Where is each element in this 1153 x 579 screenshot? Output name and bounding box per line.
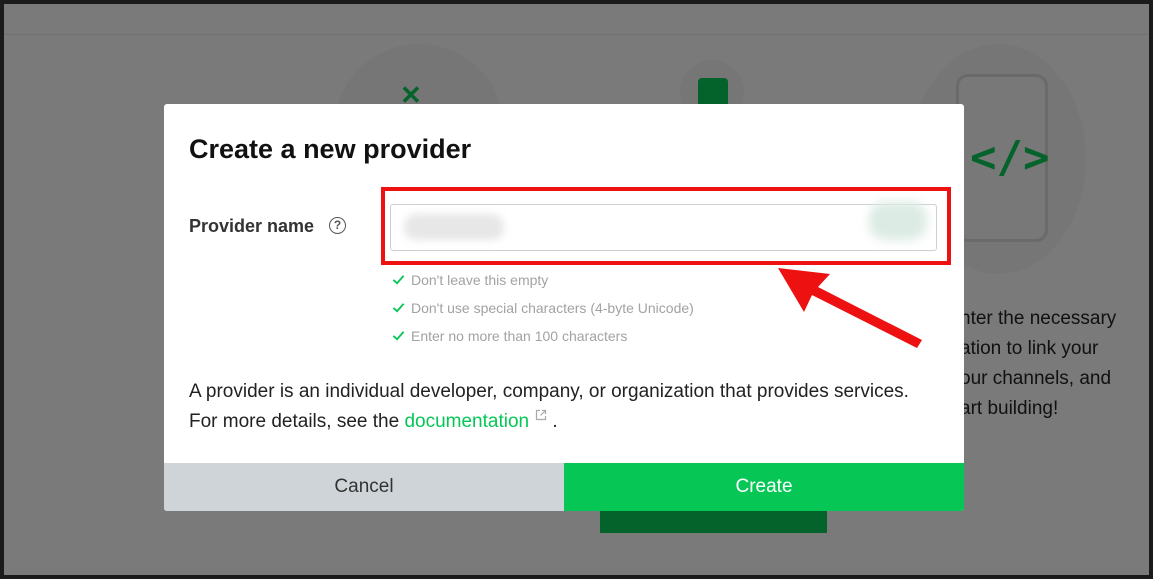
check-icon [392,331,405,341]
provider-name-label: Provider name [189,216,315,236]
validation-rule-text: Don't use special characters (4-byte Uni… [411,300,694,316]
help-icon[interactable]: ? [329,217,346,234]
dialog-footer: Cancel Create [164,463,964,511]
provider-description: A provider is an individual developer, c… [189,377,929,437]
check-icon [392,303,405,313]
check-icon [392,275,405,285]
documentation-link[interactable]: documentation [404,411,529,432]
cancel-button[interactable]: Cancel [164,463,564,511]
create-button[interactable]: Create [564,463,964,511]
create-provider-dialog: Create a new provider Provider name ? Do… [164,104,964,511]
validation-rule-text: Don't leave this empty [411,272,549,288]
validation-rule: Enter no more than 100 characters [392,326,694,354]
external-link-icon[interactable] [535,409,547,421]
validation-rule-text: Enter no more than 100 characters [411,328,628,344]
provider-name-input[interactable] [390,204,937,251]
validation-rules: Don't leave this empty Don't use special… [392,270,694,354]
validation-rule: Don't use special characters (4-byte Uni… [392,298,694,326]
validation-rule: Don't leave this empty [392,270,694,298]
dialog-title: Create a new provider [189,134,472,164]
description-end: . [547,411,558,432]
screenshot-frame: ✕ </> nter the necessary ation to link y… [0,0,1153,579]
